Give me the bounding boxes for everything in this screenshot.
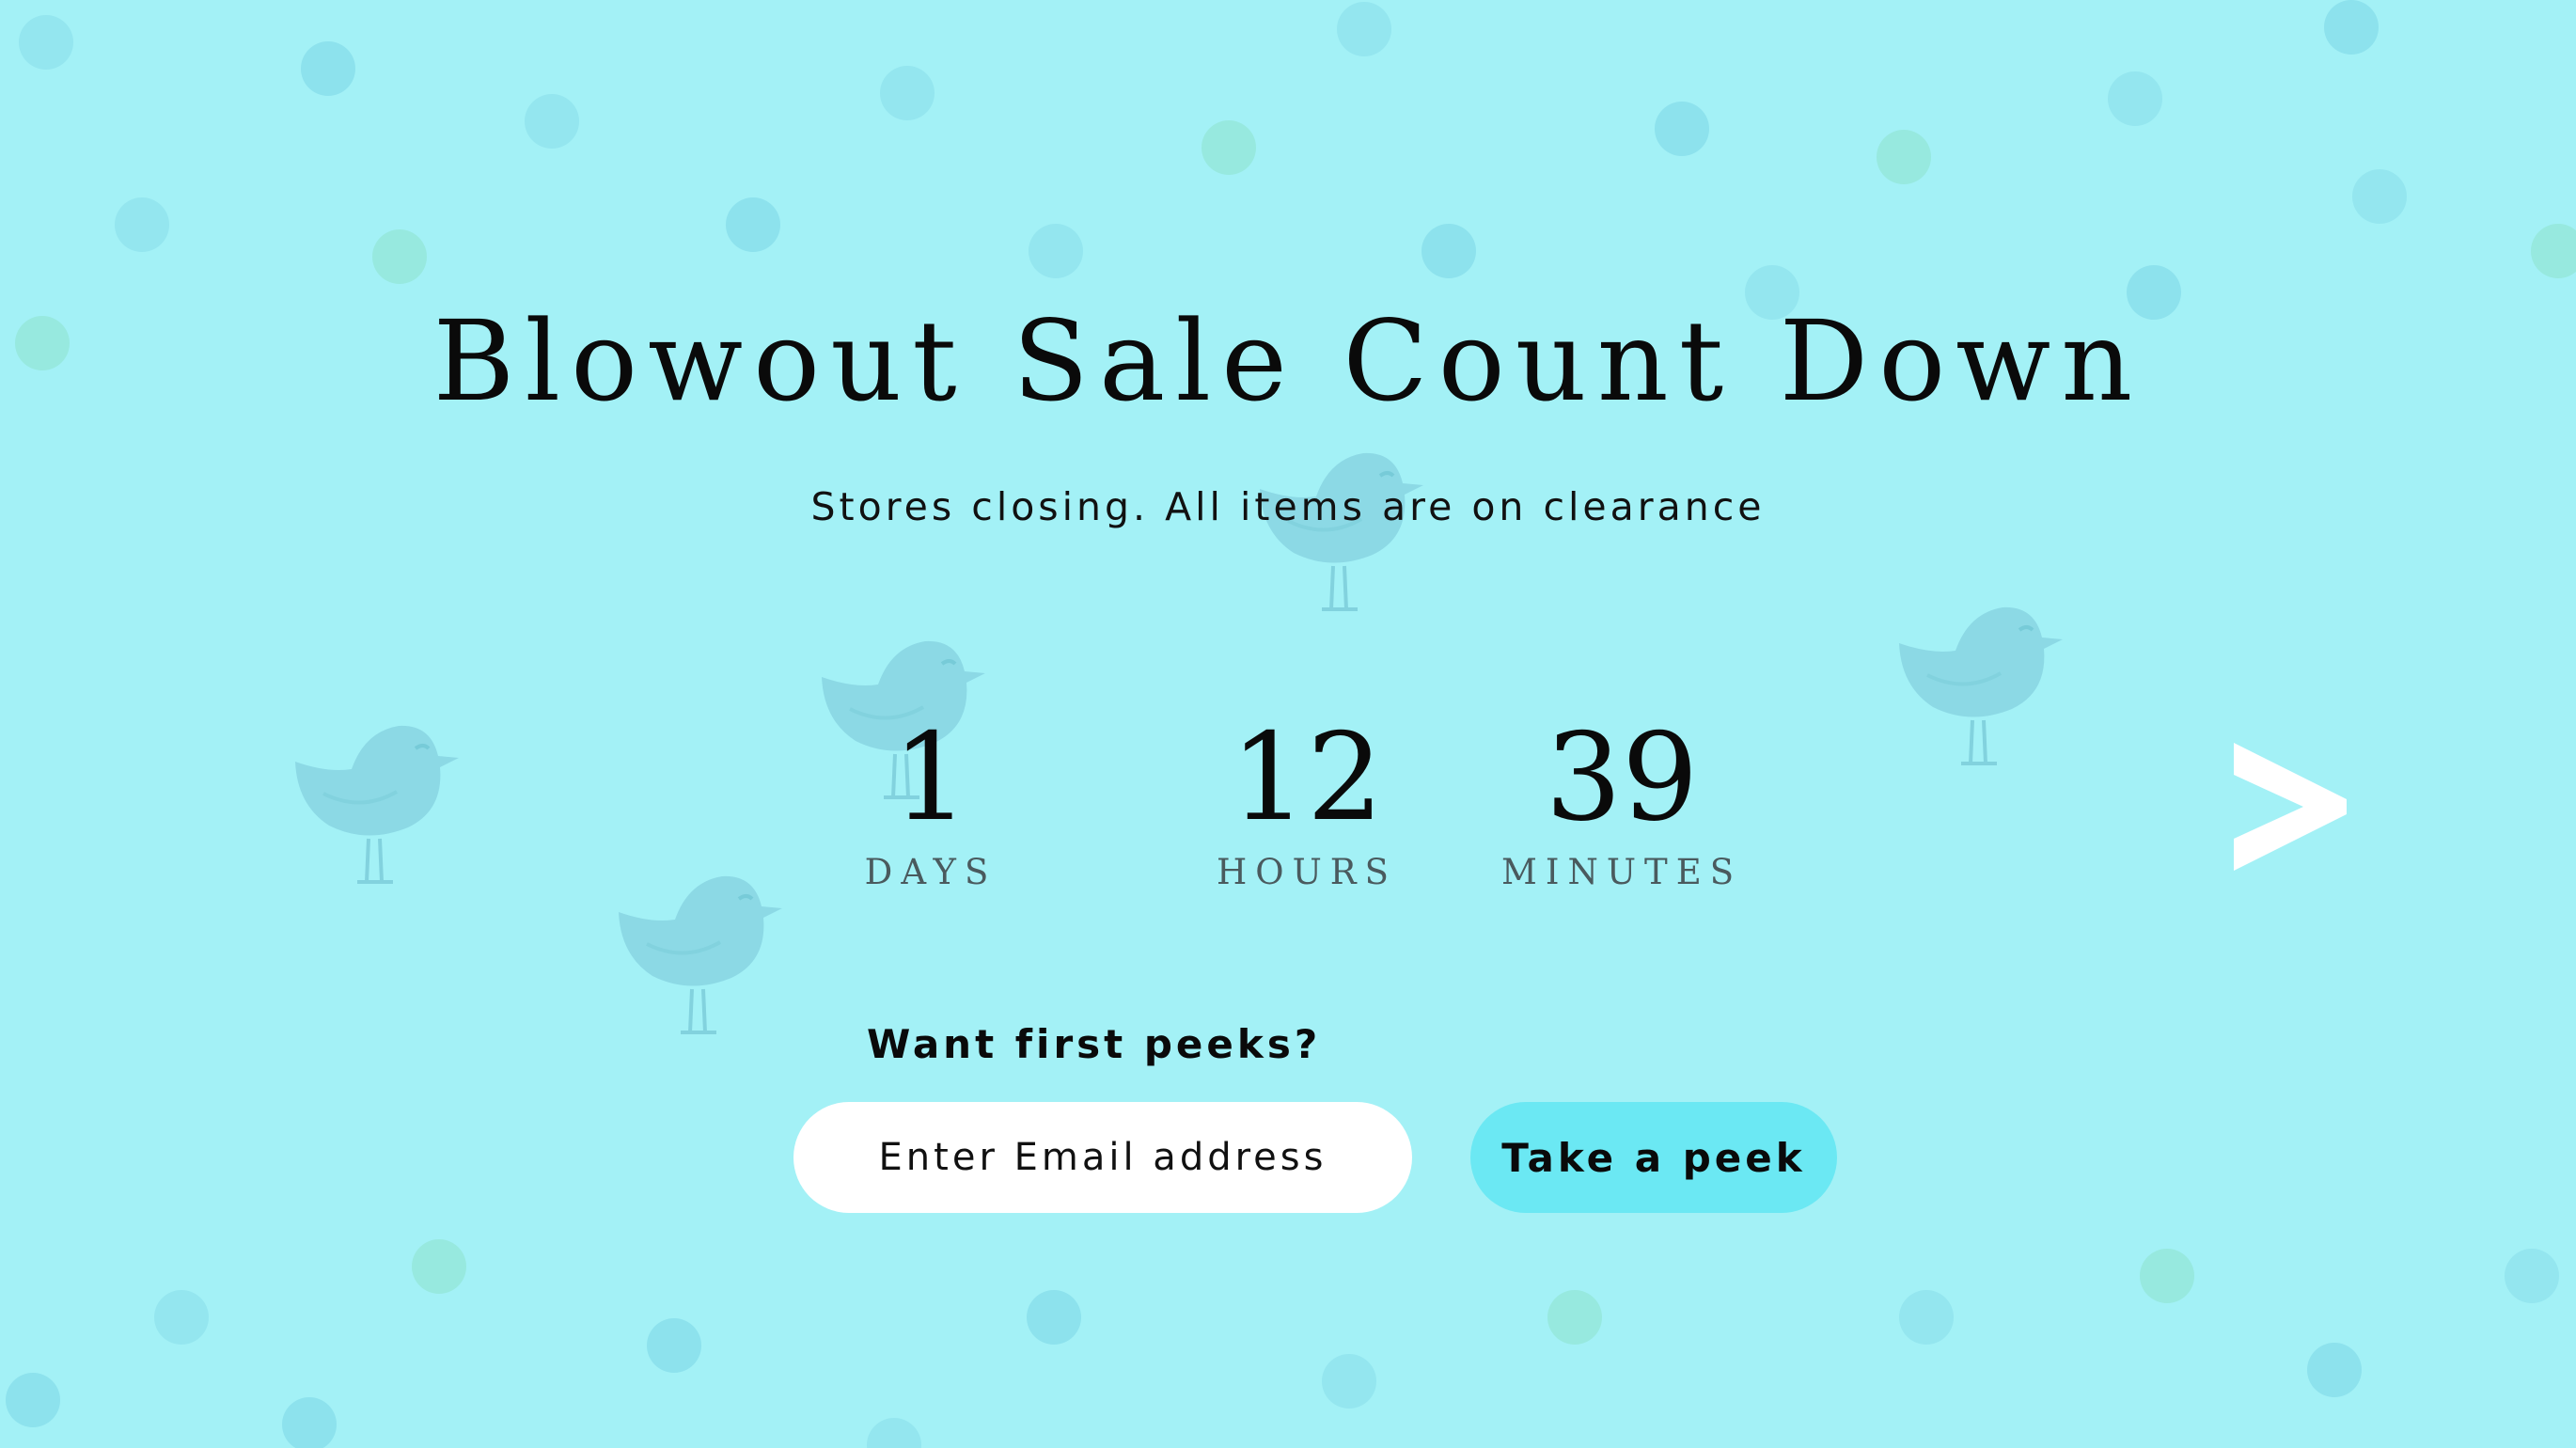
countdown-minutes-label: MINUTES xyxy=(1500,852,1743,892)
background-dot xyxy=(372,229,427,284)
signup-prompt: Want first peeks? xyxy=(867,1021,1322,1067)
countdown-hours-label: HOURS xyxy=(1217,852,1397,892)
bird-icon xyxy=(619,875,782,1034)
background-dot xyxy=(2307,1343,2362,1397)
countdown-minutes: 39 MINUTES xyxy=(1495,708,1749,893)
countdown-days-label: DAYS xyxy=(864,852,997,892)
background-dot xyxy=(1899,1290,1954,1345)
background-dot xyxy=(2352,169,2407,224)
background-dot xyxy=(1877,130,1931,184)
background-dot xyxy=(1029,224,1083,278)
background-dot xyxy=(301,41,355,96)
countdown-days: 1 DAYS xyxy=(827,708,1034,893)
countdown-days-value: 1 xyxy=(892,708,969,848)
background-dot xyxy=(726,197,780,252)
background-dot xyxy=(1337,2,1391,56)
background-dot xyxy=(2324,0,2379,55)
page-subtitle: Stores closing. All items are on clearan… xyxy=(810,484,1766,529)
countdown-minutes-value: 39 xyxy=(1545,708,1699,848)
background-dot xyxy=(1202,120,1256,175)
countdown-hours-value: 12 xyxy=(1230,708,1384,848)
background-dot xyxy=(1655,102,1709,156)
email-field[interactable] xyxy=(793,1102,1412,1213)
background-dot xyxy=(1547,1290,1602,1345)
background-dot xyxy=(2108,71,2162,126)
chevron-right-icon[interactable] xyxy=(2234,743,2347,871)
background-dot xyxy=(6,1373,60,1427)
background-dot xyxy=(412,1239,466,1294)
background-dot xyxy=(647,1318,701,1373)
background-dot xyxy=(867,1418,921,1448)
background-dot xyxy=(19,15,73,70)
bird-icon xyxy=(295,725,459,884)
background-dot xyxy=(115,197,169,252)
background-dot xyxy=(2531,224,2576,278)
background-dot xyxy=(880,66,935,120)
background-dot xyxy=(2140,1249,2194,1303)
take-a-peek-button[interactable]: Take a peek xyxy=(1470,1102,1837,1213)
background-dot xyxy=(525,94,579,149)
background-dot xyxy=(2505,1249,2559,1303)
page-title: Blowout Sale Count Down xyxy=(432,296,2144,426)
background-dot xyxy=(282,1397,337,1448)
bird-icon xyxy=(1899,606,2063,765)
background-dot xyxy=(154,1290,209,1345)
background-dot xyxy=(1027,1290,1081,1345)
countdown-hours: 12 HOURS xyxy=(1175,708,1438,893)
background-dot xyxy=(1322,1354,1376,1409)
background-dot xyxy=(1422,224,1476,278)
